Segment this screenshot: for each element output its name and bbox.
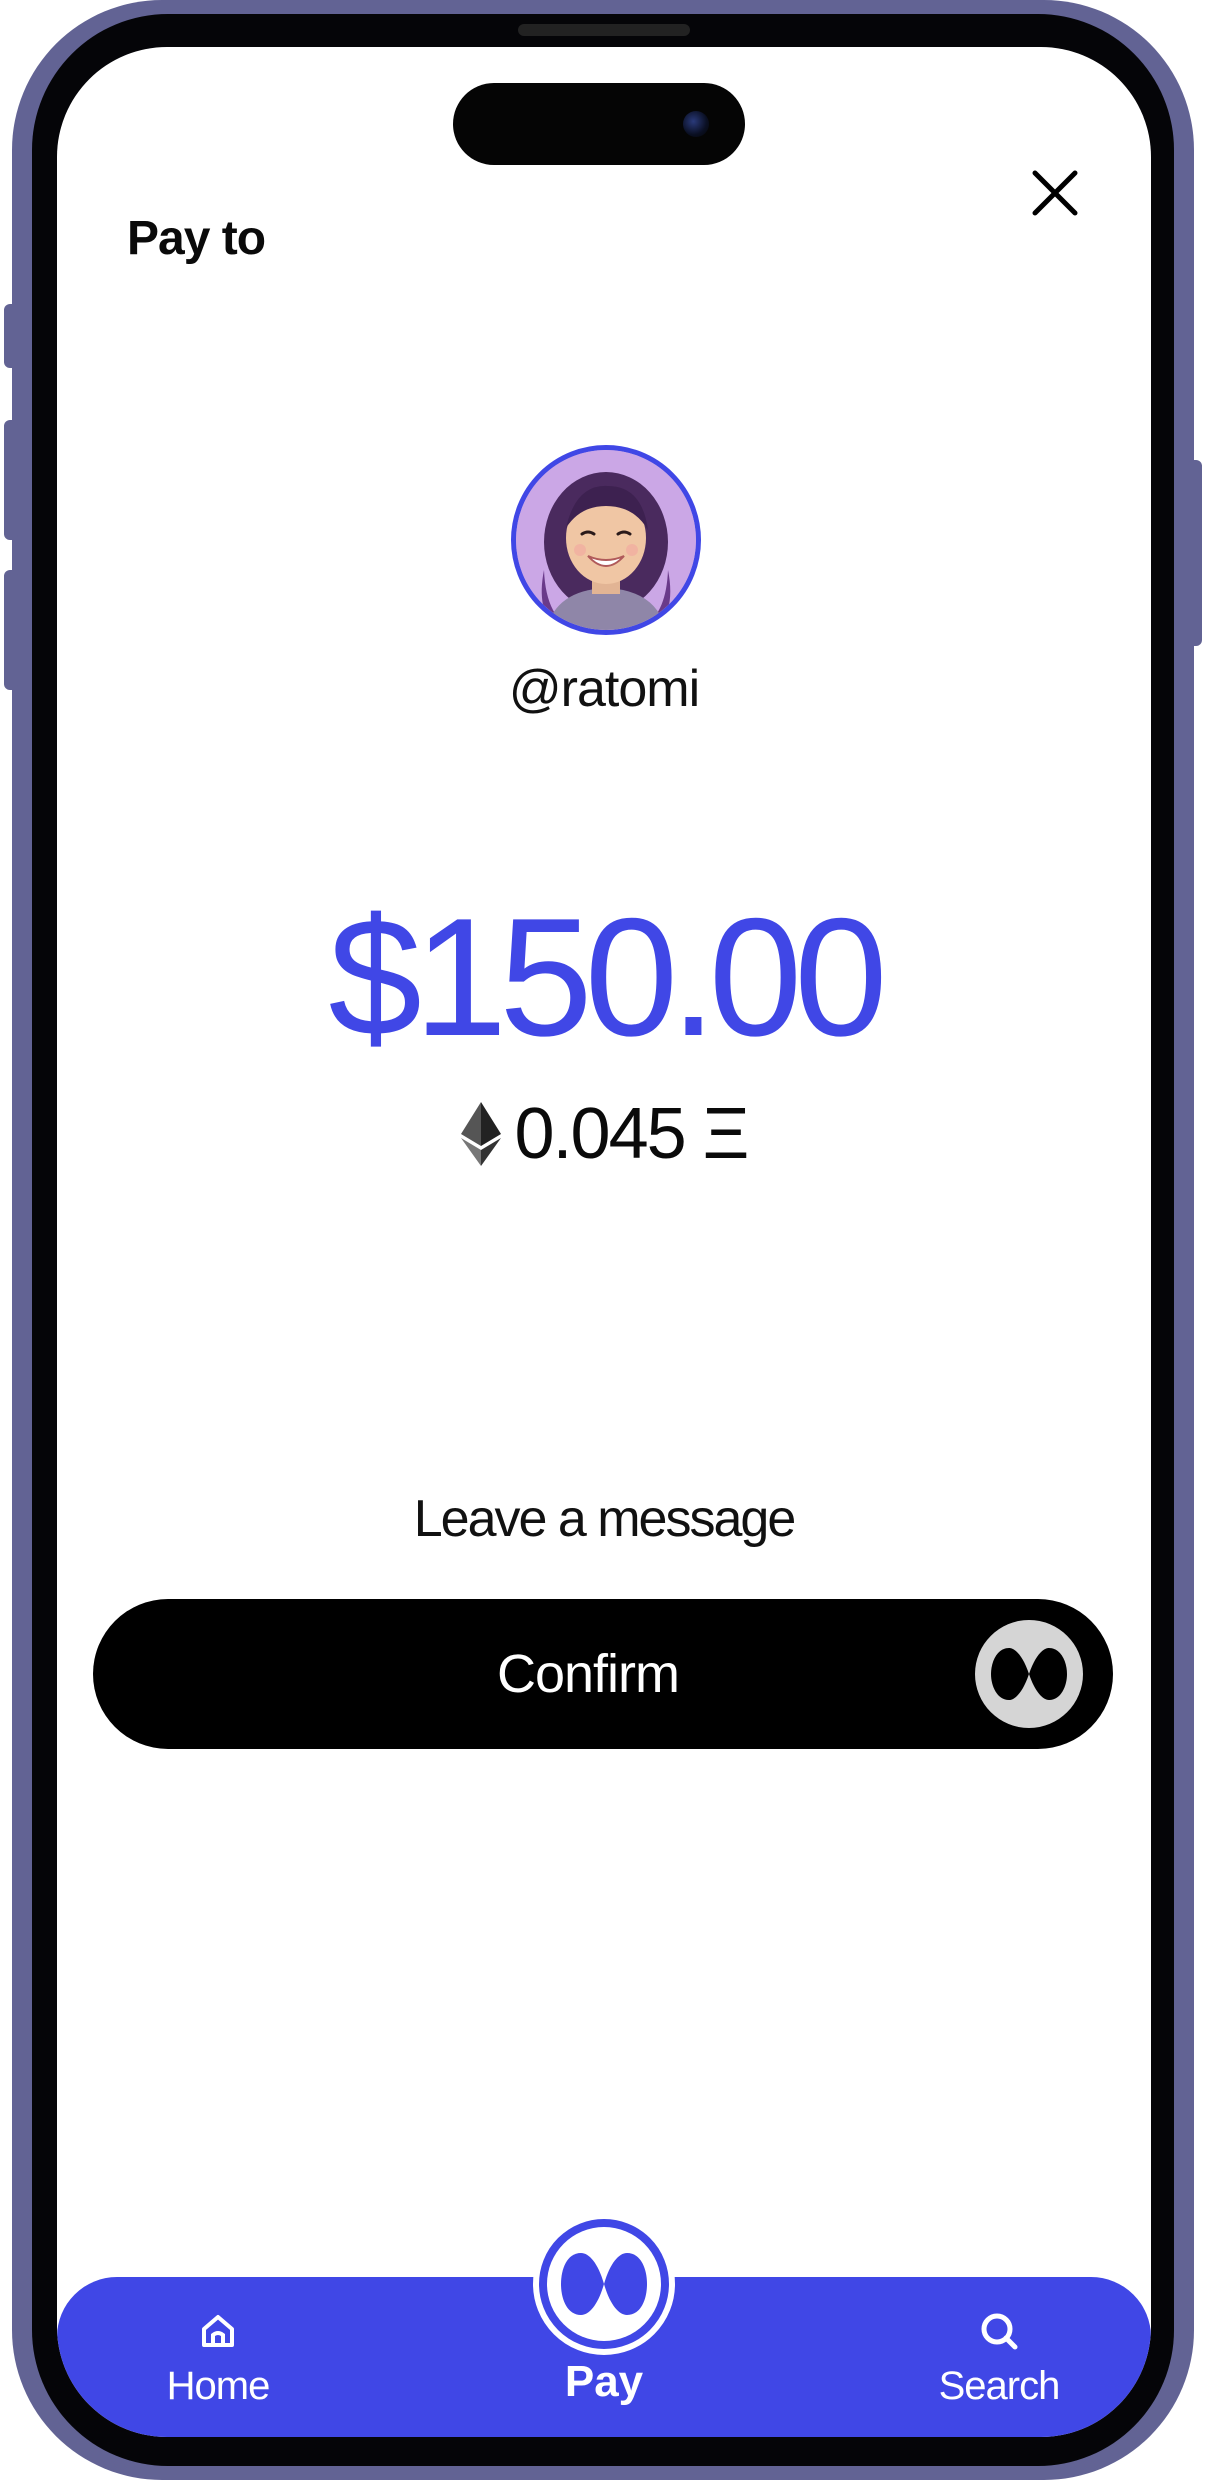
page-title: Pay to [127,212,266,265]
ethereum-icon [460,1102,501,1166]
nav-label-home: Home [166,2364,271,2408]
confirm-slider-handle[interactable] [975,1620,1083,1728]
pay-fab-inner [547,2227,661,2341]
leave-message-button[interactable]: Leave a message [57,1489,1151,1549]
dynamic-island [453,83,745,165]
action-button [4,304,18,368]
front-camera [683,111,709,137]
confirm-button[interactable]: Confirm [93,1599,1113,1749]
nav-item-pay[interactable] [533,2213,675,2355]
crypto-amount-row: 0.045 Ξ [57,1093,1151,1175]
close-icon [1032,170,1078,216]
search-icon [981,2313,1018,2350]
home-icon [202,2315,234,2347]
power-button [1188,460,1202,646]
brand-logo-icon [991,1648,1067,1700]
nav-label-search: Search [938,2364,1061,2408]
earpiece-speaker [518,24,690,36]
payment-amount: $150.00 [328,883,887,1071]
volume-up-button [4,420,18,540]
recipient-username: @ratomi [508,660,700,718]
avatar-photo [516,450,696,630]
crypto-amount: 0.045 Ξ [514,1094,750,1174]
volume-down-button [4,570,18,690]
confirm-label: Confirm [496,1644,680,1704]
nav-item-search[interactable]: Search [919,2311,1079,2409]
nav-item-home[interactable]: Home [143,2311,293,2409]
nav-label-pay[interactable]: Pay [529,2357,679,2407]
page: Pay to @ratomi $150.00 0.045 Ξ Leave a m… [0,0,1207,2484]
close-button[interactable] [1027,165,1083,221]
avatar [511,445,701,635]
screen: Pay to @ratomi $150.00 0.045 Ξ Leave a m… [57,47,1151,2437]
brand-logo-icon [561,2253,647,2315]
